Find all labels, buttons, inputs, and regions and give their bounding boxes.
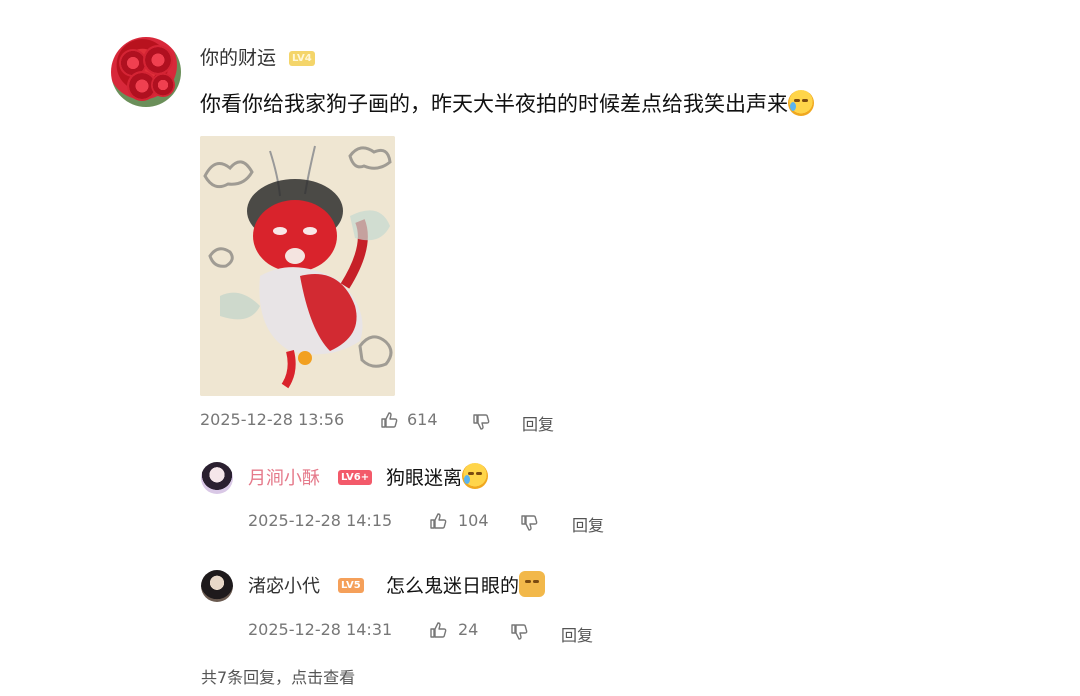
view-more-replies-link[interactable]: 共7条回复，点击查看 — [201, 664, 355, 688]
avatar[interactable] — [201, 462, 233, 494]
reply-body: 狗眼迷离 — [386, 467, 463, 489]
reply-username[interactable]: 渚宓小代 — [248, 572, 320, 598]
reply-text: 怎么鬼迷日眼的 — [386, 571, 546, 598]
like-count: 104 — [458, 511, 489, 530]
comment-timestamp: 2025-12-28 13:56 — [200, 410, 345, 429]
avatar[interactable] — [111, 37, 181, 107]
comment-image[interactable] — [200, 136, 395, 396]
laughing-crying-emoji-icon — [462, 463, 489, 489]
level-badge: LV4 — [289, 51, 315, 66]
like-count: 24 — [458, 620, 479, 639]
level-badge: LV6+ — [338, 470, 373, 485]
like-count: 614 — [407, 410, 438, 429]
thumbs-up-icon[interactable] — [380, 411, 398, 429]
thumbs-down-icon[interactable] — [520, 514, 538, 532]
reply-button[interactable]: 回复 — [522, 411, 554, 435]
thumbs-up-icon[interactable] — [429, 621, 447, 639]
thumbs-down-icon[interactable] — [510, 623, 528, 641]
reply-button[interactable]: 回复 — [561, 622, 593, 646]
reply-body: 怎么鬼迷日眼的 — [386, 575, 520, 597]
reply-button[interactable]: 回复 — [572, 512, 604, 536]
reply-username[interactable]: 月涧小酥 — [248, 464, 320, 490]
avatar[interactable] — [201, 570, 233, 602]
comment-text: 你看你给我家狗子画的，昨天大半夜拍的时候差点给我笑出声来 — [200, 88, 814, 118]
thumbs-up-icon[interactable] — [429, 512, 447, 530]
comment-body: 你看你给我家狗子画的，昨天大半夜拍的时候差点给我笑出声来 — [200, 92, 788, 116]
reply-timestamp: 2025-12-28 14:15 — [248, 511, 393, 530]
laughing-crying-emoji-icon — [788, 90, 814, 116]
fox-painting-icon — [200, 136, 395, 396]
dog-face-emoji-icon — [519, 571, 546, 597]
reply-timestamp: 2025-12-28 14:31 — [248, 620, 393, 639]
level-badge: LV5 — [338, 578, 364, 593]
thumbs-down-icon[interactable] — [472, 413, 490, 431]
reply-text: 狗眼迷离 — [386, 463, 489, 490]
comment-username[interactable]: 你的财运 — [200, 43, 276, 70]
